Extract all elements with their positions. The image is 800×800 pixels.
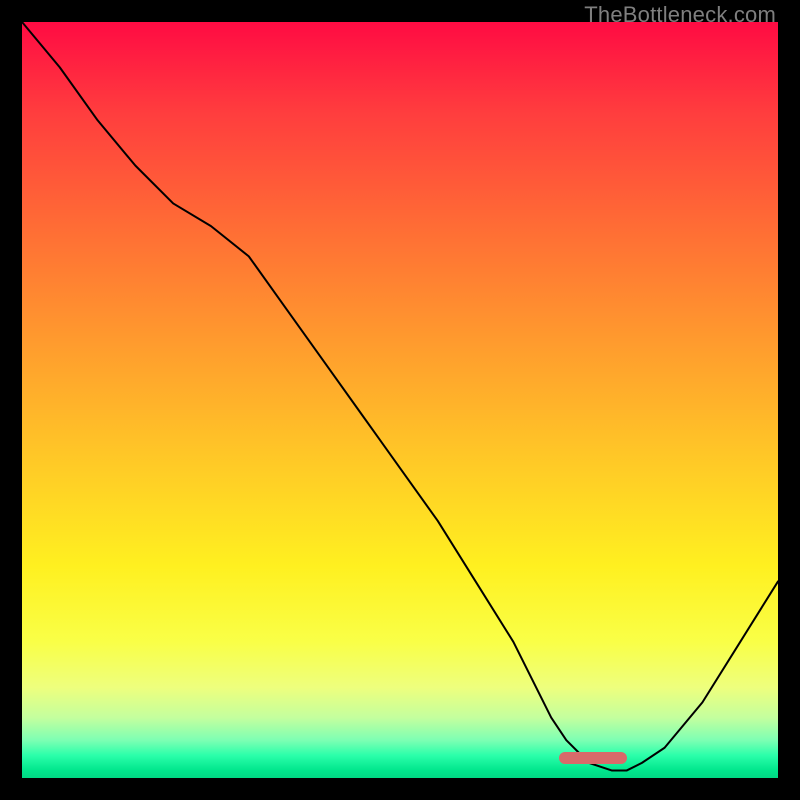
- gradient-background: [22, 22, 778, 778]
- plot-area: [22, 22, 778, 778]
- optimal-marker: [559, 752, 627, 765]
- watermark: TheBottleneck.com: [584, 2, 776, 28]
